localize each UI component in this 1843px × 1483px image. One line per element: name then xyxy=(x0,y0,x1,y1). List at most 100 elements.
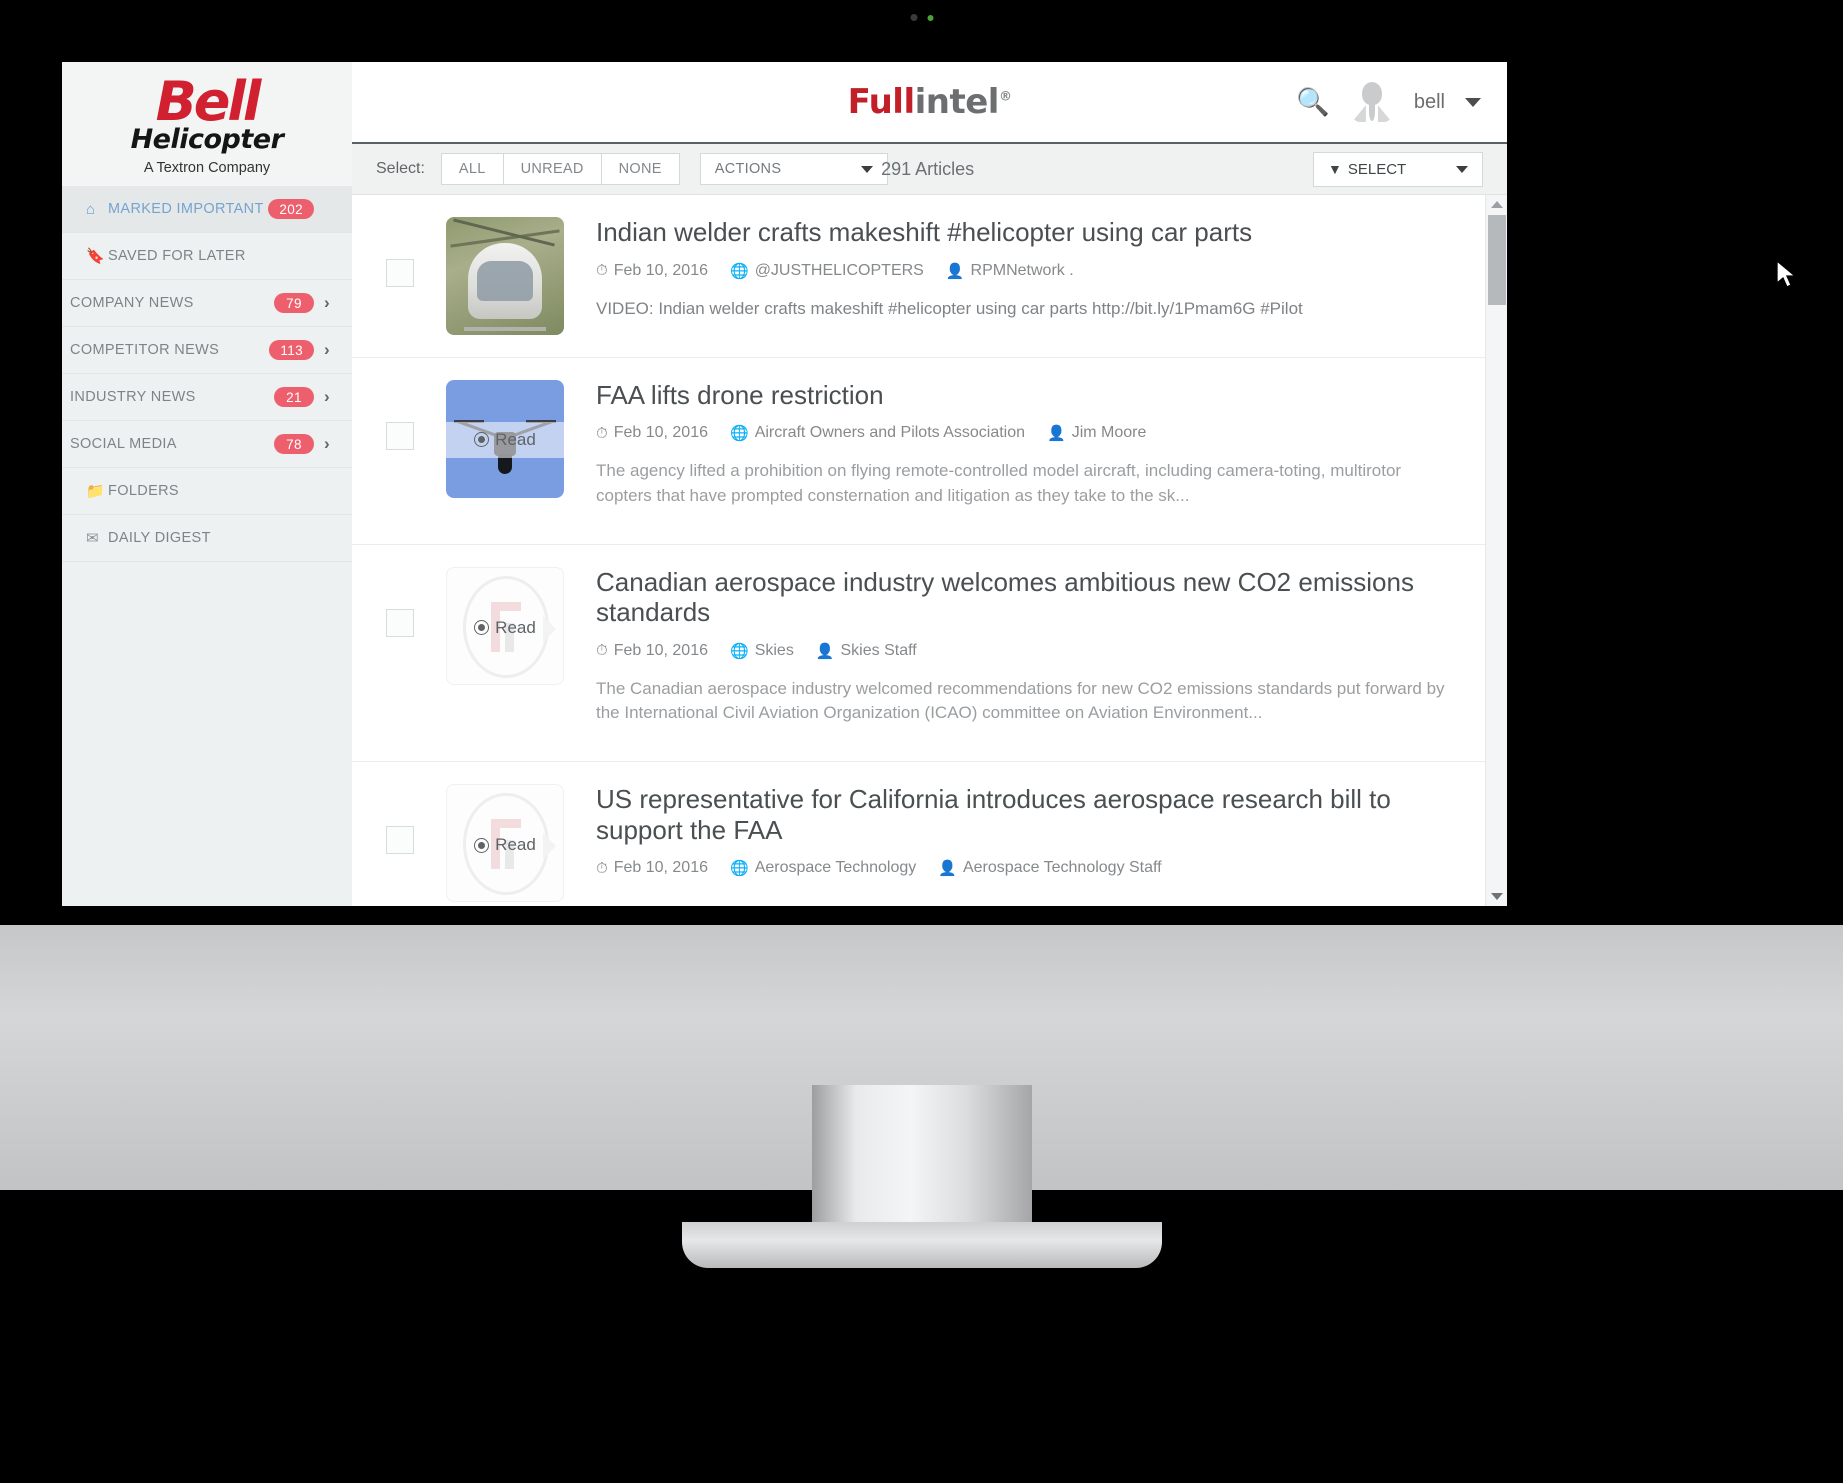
screenshot-root: Bell Helicopter A Textron Company ⌂ MARK… xyxy=(0,0,1843,1483)
funnel-icon: ▼ xyxy=(1328,161,1342,178)
article-checkbox[interactable] xyxy=(386,259,414,288)
eye-icon xyxy=(474,837,490,853)
article-date: ⏱ Feb 10, 2016 xyxy=(596,424,708,442)
logo-tagline: A Textron Company xyxy=(143,160,271,177)
article-thumbnail[interactable] xyxy=(446,217,564,336)
article-title[interactable]: FAA lifts drone restriction xyxy=(596,380,1451,411)
chevron-right-icon[interactable]: › xyxy=(324,340,336,360)
sidebar-item-daily-digest[interactable]: ✉ DAILY DIGEST › xyxy=(62,515,352,562)
article-date-label: Feb 10, 2016 xyxy=(613,859,708,877)
read-overlay-button[interactable]: Read xyxy=(447,832,563,858)
person-icon: 👤 xyxy=(815,642,835,660)
article-summary: VIDEO: Indian welder crafts makeshift #h… xyxy=(596,298,1303,318)
sidebar-item-label: FOLDERS xyxy=(108,483,179,499)
vertical-scrollbar[interactable] xyxy=(1485,195,1507,906)
article-summary: The agency lifted a prohibition on flyin… xyxy=(596,461,1402,505)
article-date-label: Feb 10, 2016 xyxy=(613,641,708,659)
list-item[interactable]: Indian welder crafts makeshift #helicopt… xyxy=(352,195,1485,358)
select-none-button[interactable]: NONE xyxy=(600,153,680,186)
globe-icon: 🌐 xyxy=(730,642,749,660)
list-item[interactable]: Read FAA lifts drone restriction ⏱ Feb 10… xyxy=(352,358,1485,545)
webcam-indicator-group xyxy=(910,14,933,21)
article-source-label: Skies xyxy=(754,641,794,659)
article-date: ⏱ Feb 10, 2016 xyxy=(596,642,708,660)
article-author-label: RPMNetwork . xyxy=(970,261,1074,279)
user-avatar-icon[interactable] xyxy=(1350,81,1394,123)
article-thumbnail[interactable]: Read xyxy=(446,379,564,498)
brand-part-two: intel xyxy=(914,82,1000,123)
select-unread-button[interactable]: UNREAD xyxy=(502,153,602,186)
read-overlay-button[interactable]: Read xyxy=(447,615,563,641)
sidebar-item-label: SAVED FOR LATER xyxy=(108,248,246,264)
article-title[interactable]: US representative for California introdu… xyxy=(596,784,1451,845)
sidebar-nav: ⌂ MARKED IMPORTANT 202 › 🔖 SAVED FOR LAT… xyxy=(62,186,352,562)
list-item[interactable]: Read US representative for California in… xyxy=(352,762,1485,906)
sidebar-item-competitor-news[interactable]: COMPETITOR NEWS 113 › xyxy=(62,327,352,374)
status-badge: 79 xyxy=(274,293,314,313)
clock-icon: ⏱ xyxy=(596,859,608,877)
status-badge: 113 xyxy=(269,340,314,360)
sidebar-item-social-media[interactable]: SOCIAL MEDIA 78 › xyxy=(62,421,352,468)
chevron-down-icon xyxy=(860,165,873,173)
envelope-icon: ✉ xyxy=(86,530,99,547)
home-icon: ⌂ xyxy=(86,200,96,218)
globe-icon: 🌐 xyxy=(730,262,749,280)
list-item[interactable]: Read Canadian aerospace industry welcome… xyxy=(352,545,1485,763)
sidebar-item-company-news[interactable]: COMPANY NEWS 79 › xyxy=(62,280,352,327)
article-date-label: Feb 10, 2016 xyxy=(613,261,708,279)
scrollbar-thumb[interactable] xyxy=(1488,215,1506,306)
chevron-right-icon[interactable]: › xyxy=(324,293,336,313)
sidebar-item-label: MARKED IMPORTANT xyxy=(108,201,264,217)
chevron-right-icon[interactable]: › xyxy=(324,387,336,407)
scroll-up-arrow-icon[interactable] xyxy=(1490,201,1503,209)
article-source: 🌐 Aerospace Technology xyxy=(730,859,916,877)
read-label: Read xyxy=(495,429,536,449)
sidebar-item-folders[interactable]: 📁 FOLDERS › xyxy=(62,468,352,515)
article-thumbnail[interactable]: Read xyxy=(446,784,564,903)
article-title[interactable]: Indian welder crafts makeshift #helicopt… xyxy=(596,217,1451,248)
sidebar-item-saved-for-later[interactable]: 🔖 SAVED FOR LATER › xyxy=(62,233,352,280)
person-icon: 👤 xyxy=(938,860,957,878)
sidebar-item-marked-important[interactable]: ⌂ MARKED IMPORTANT 202 › xyxy=(62,186,352,233)
person-icon: 👤 xyxy=(1047,425,1066,443)
chevron-down-icon xyxy=(1456,165,1468,173)
article-checkbox[interactable] xyxy=(386,421,414,450)
article-author: 👤 Skies Staff xyxy=(816,642,917,660)
article-source: 🌐 Skies xyxy=(730,642,794,660)
article-body: US representative for California introdu… xyxy=(596,784,1451,902)
article-date: ⏱ Feb 10, 2016 xyxy=(596,859,708,877)
clock-icon: ⏱ xyxy=(596,642,608,660)
logo-wordmark: Bell xyxy=(155,69,262,133)
status-badge: 78 xyxy=(274,434,314,454)
actions-dropdown[interactable]: ACTIONS xyxy=(699,153,888,186)
folder-icon: 📁 xyxy=(86,483,106,500)
sidebar: Bell Helicopter A Textron Company ⌂ MARK… xyxy=(62,62,352,906)
sidebar-item-label: COMPETITOR NEWS xyxy=(70,342,220,358)
article-meta: ⏱ Feb 10, 2016 🌐 Aircraft Owners and Pilot… xyxy=(596,424,1451,442)
clock-icon: ⏱ xyxy=(596,424,608,442)
chevron-down-icon[interactable] xyxy=(1465,97,1481,107)
article-source-label: @JUSTHELICOPTERS xyxy=(754,261,924,279)
sidebar-item-label: COMPANY NEWS xyxy=(70,295,194,311)
article-date-label: Feb 10, 2016 xyxy=(613,424,708,442)
article-date: ⏱ Feb 10, 2016 xyxy=(596,262,708,280)
article-thumbnail[interactable]: Read xyxy=(446,566,564,685)
status-badge: 21 xyxy=(274,387,314,407)
main-panel: Fullintel® 🔍 bell Select: ALL UNREAD NON… xyxy=(352,62,1507,906)
article-checkbox[interactable] xyxy=(386,826,414,855)
sidebar-item-industry-news[interactable]: INDUSTRY NEWS 21 › xyxy=(62,374,352,421)
search-icon[interactable]: 🔍 xyxy=(1296,86,1330,118)
eye-icon xyxy=(474,432,490,448)
article-checkbox[interactable] xyxy=(386,608,414,637)
read-overlay-button[interactable]: Read xyxy=(446,427,564,453)
article-author-label: Aerospace Technology Staff xyxy=(962,859,1162,877)
chevron-right-icon[interactable]: › xyxy=(324,434,336,454)
bell-helicopter-logo: Bell Helicopter A Textron Company xyxy=(62,62,352,186)
select-all-button[interactable]: ALL xyxy=(440,153,504,186)
scroll-down-arrow-icon[interactable] xyxy=(1490,893,1503,900)
article-title[interactable]: Canadian aerospace industry welcomes amb… xyxy=(596,567,1451,628)
person-icon: 👤 xyxy=(945,262,965,280)
article-source: 🌐 Aircraft Owners and Pilots Association xyxy=(730,424,1025,442)
filter-select-dropdown[interactable]: ▼ SELECT xyxy=(1313,151,1483,187)
actions-dropdown-label: ACTIONS xyxy=(714,161,782,178)
